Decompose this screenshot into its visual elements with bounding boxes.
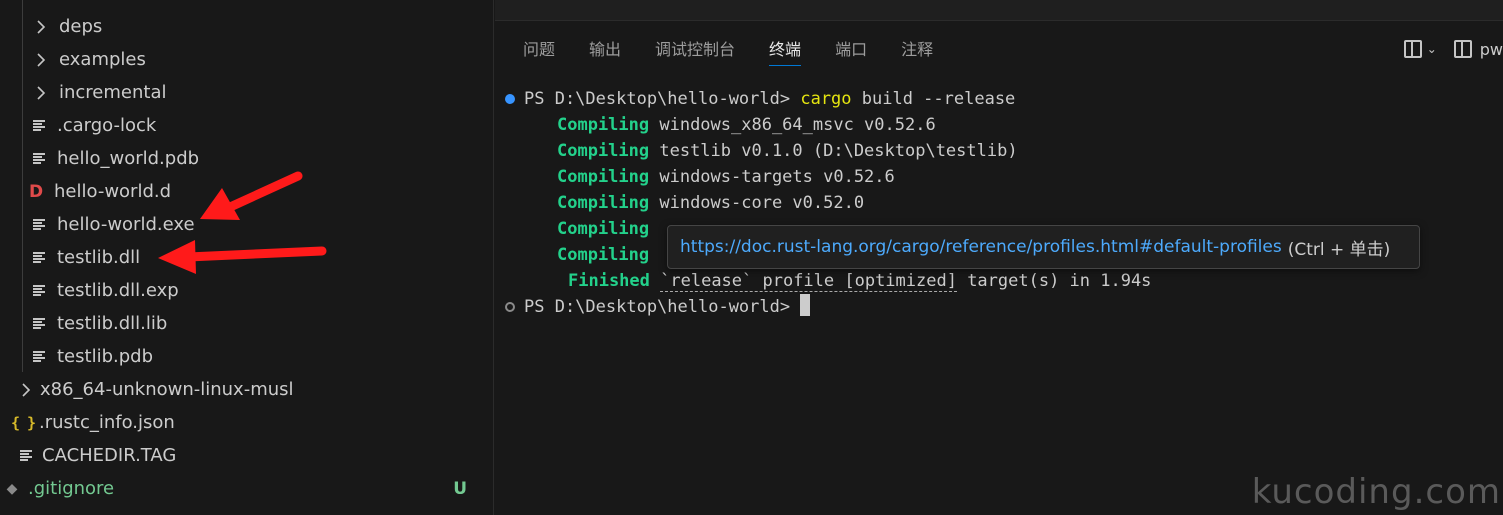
- terminal-line: PS D:\Desktop\hello-world> cargo build -…: [524, 89, 1016, 109]
- terminal-line: Compiling windows-core v0.52.0: [557, 193, 865, 213]
- annotation-arrows: [158, 171, 327, 274]
- tab-comments[interactable]: 注释: [884, 30, 950, 66]
- terminal-line: PS D:\Desktop\hello-world>: [524, 294, 811, 320]
- command-pending-dot-icon[interactable]: [505, 302, 515, 312]
- terminal-line: Finished `release` profile [optimized] t…: [568, 271, 1152, 292]
- tab-ports[interactable]: 端口: [818, 30, 884, 66]
- tooltip-link[interactable]: https://doc.rust-lang.org/cargo/referenc…: [680, 237, 1282, 257]
- bottom-panel: 问题 输出 调试控制台 终端 端口 注释 ⌄ pw PS D:\Desktop\…: [495, 0, 1503, 515]
- terminal-line: Compiling: [557, 219, 650, 239]
- tab-output[interactable]: 输出: [572, 30, 638, 66]
- annotation-arrow-exe: [200, 171, 303, 220]
- tooltip-hint: (Ctrl + 单击): [1287, 239, 1391, 260]
- tab-problems[interactable]: 问题: [495, 30, 572, 66]
- chevron-down-icon[interactable]: ⌄: [1427, 42, 1437, 56]
- annotation-arrow-dll: [158, 240, 327, 274]
- terminal-cursor: [800, 294, 811, 316]
- terminal-line: Compiling testlib v0.1.0 (D:\Desktop\tes…: [557, 141, 1018, 161]
- terminal-instance-icon[interactable]: [1453, 40, 1472, 58]
- panel-top-strip: [495, 0, 1503, 21]
- watermark: kucoding.com: [1251, 472, 1501, 512]
- tab-debug-console[interactable]: 调试控制台: [638, 30, 752, 66]
- panel-tabs: 问题 输出 调试控制台 终端 端口 注释: [495, 30, 950, 66]
- tab-terminal[interactable]: 终端: [752, 30, 818, 66]
- terminal-shell-label[interactable]: pw: [1480, 40, 1503, 59]
- terminal-line: Compiling windows_x86_64_msvc v0.52.6: [557, 115, 936, 135]
- panel-actions: ⌄ pw: [1403, 36, 1503, 62]
- explorer-sidebar: deps examples incremental .cargo-lock he…: [0, 0, 494, 515]
- terminal-line: Compiling: [557, 245, 650, 265]
- profile-link[interactable]: `release` profile [optimized]: [660, 271, 957, 292]
- split-terminal-icon[interactable]: [1403, 40, 1422, 58]
- terminal-line: Compiling windows-targets v0.52.6: [557, 167, 895, 187]
- link-hover-tooltip: https://doc.rust-lang.org/cargo/referenc…: [667, 225, 1420, 269]
- command-success-dot-icon[interactable]: [505, 94, 515, 104]
